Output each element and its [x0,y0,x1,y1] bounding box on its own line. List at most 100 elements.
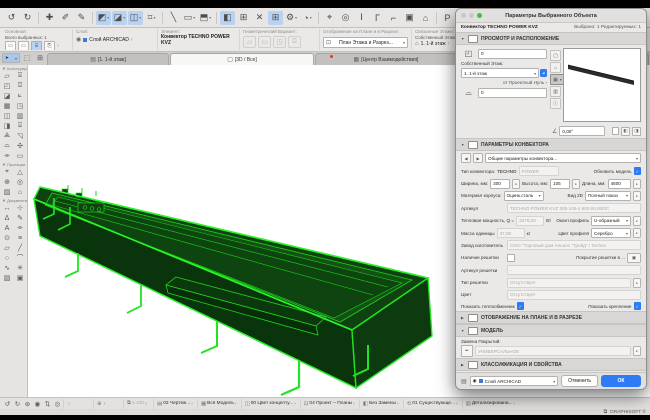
align-icon[interactable]: Ⅰ [354,11,369,25]
incline-icon[interactable]: ╲ [166,11,181,25]
show-mount-checkbox[interactable] [634,302,642,310]
tool-icon[interactable]: ⌂ [14,187,27,197]
width-field[interactable]: 300 [490,179,510,189]
tool-icon[interactable]: ⌼ [14,81,27,91]
section-chevron[interactable]: › [57,43,59,49]
home-story-icon[interactable]: ⌂ [418,11,433,25]
lock-icon[interactable]: ⬒▾ [198,11,213,25]
quick-pen[interactable]: › [63,399,92,409]
cancel-button[interactable]: Отменить [561,375,598,387]
close-icon[interactable]: ✕ [252,11,267,25]
pickup-parameters-icon[interactable]: ✐ [58,11,73,25]
tool-icon[interactable]: ⊕ [1,177,14,187]
autosave-clock-icon[interactable]: ◔▾ [300,11,315,25]
profile-color-stepper[interactable] [633,228,641,238]
marquee-icon[interactable]: ⬚ [21,53,33,64]
quick-structure-display[interactable]: ◧Без Замены› [359,399,402,409]
quick-layer-combination[interactable]: ⊡04 Проект – Планы› [300,399,358,409]
transform-icon[interactable]: ⌖ [322,11,337,25]
tool-icon[interactable]: Δ [1,213,14,223]
tool-icon[interactable]: △ [14,167,27,177]
width-stepper[interactable] [512,179,520,189]
tool-icon[interactable]: ▥ [14,111,27,121]
transfer-icon[interactable]: ⎘ [44,41,55,50]
tool-icon[interactable]: ▣ [14,273,27,283]
tool-icon[interactable]: A [1,223,14,233]
tool-icon[interactable]: ◳ [14,101,27,111]
grid-display-icon[interactable]: ⊞ [268,11,283,25]
tool-icon[interactable]: ▨ [1,187,14,197]
tool-icon[interactable]: ⌻ [14,71,27,81]
height-field[interactable]: 105 [550,179,570,189]
marquee-mode-icon[interactable]: ▭▾ [182,11,197,25]
tool-icon[interactable]: ⊙ [1,233,14,243]
top-elevation-field[interactable]: 0 [478,49,547,59]
quick-scale[interactable]: ⧉1:100› [123,399,152,409]
guide-lines-icon[interactable]: ◩▾ [96,11,111,25]
geometry-variant-icon[interactable]: ◳ [273,36,286,48]
coating-field[interactable]: УНИВЕРСАЛЬНОЕ [475,346,631,356]
mirror-checkbox[interactable] [612,127,620,135]
tab-story[interactable]: ▤ [1. 1-й этаж] [47,53,169,65]
grille-coating-button[interactable] [627,253,641,263]
coating-stepper[interactable] [633,346,641,356]
preview-info-icon[interactable]: ⓘ [550,98,561,109]
minimize-window-button[interactable] [469,13,474,18]
section-chevron[interactable]: › [448,41,450,47]
arrow-cursor-icon[interactable]: ➤ [2,53,20,63]
section-preview-position[interactable]: ▼ ПРОСМОТР И РАСПОЛОЖЕНИЕ [456,32,646,45]
rotation-angle-field[interactable]: 0,00° [559,126,605,136]
height-stepper[interactable] [572,179,580,189]
tool-icon[interactable]: ◰ [1,81,14,91]
settings-gear-icon[interactable]: ⚙▾ [284,11,299,25]
tool-icon[interactable]: ≡ [14,233,27,243]
paintbrush-icon[interactable]: ✒ [461,345,473,357]
pin-icon[interactable]: P [440,11,455,25]
tool-icon[interactable]: ∿ [1,263,14,273]
datum-link[interactable]: от Проектный Нуль › [461,80,547,85]
type-series-field[interactable]: POWER [519,166,559,176]
profile-color-select[interactable]: Серебро [591,228,631,238]
tool-icon[interactable]: ◹ [14,131,27,141]
bottom-elevation-field[interactable]: 0 [478,88,547,98]
preview-section-icon[interactable]: ▥ [550,86,561,97]
tool-icon[interactable]: ✳ [14,263,27,273]
schedule-icon[interactable]: ⊞ [236,11,251,25]
quick-graphic-override[interactable]: ◫00 Цвет концепту...› [241,399,299,409]
fit-window-icon[interactable]: ▣ [402,11,417,25]
update-model-checkbox[interactable] [634,167,642,175]
section-convector-parameters[interactable]: ▼ ПАРАМЕТРЫ КОНВЕКТОРА [456,138,646,151]
zoom-icon[interactable]: ◎ [338,11,353,25]
section-classification[interactable]: ▶ КЛАССИФИКАЦИЯ И СВОЙСТВА [456,358,646,371]
tab-overview-icon[interactable]: ⊞ [34,53,46,64]
quick-detail-level[interactable]: ▥Детализирована...› [462,399,519,409]
length-stepper[interactable] [633,179,641,189]
close-window-button[interactable] [461,13,466,18]
orbit-icon[interactable]: ↺ [3,400,12,408]
element-settings-icon[interactable]: ▭ [5,41,16,50]
next-page-button[interactable]: ▶ [473,153,483,163]
walk-icon[interactable]: ⇅ [43,400,52,408]
tool-icon[interactable]: ▦ [1,101,14,111]
quick-renovation-filter[interactable]: ⟲01 Существующе...› [403,399,461,409]
tool-icon[interactable]: ▱ [1,243,14,253]
tool-icon[interactable]: ↔ [1,203,14,213]
view2d-select[interactable]: Полный показ [585,191,631,201]
favorites-icon[interactable]: ✚ [42,11,57,25]
default-settings-icon[interactable]: ▭ [18,41,29,50]
tool-icon[interactable]: ⌯ [1,151,14,161]
home-story-select[interactable]: 1. 1-й этаж [461,68,539,78]
tool-icon[interactable]: ▭ [14,151,27,161]
window-stack-icon[interactable]: ⧉ [604,409,607,415]
ok-button[interactable]: ОК [601,375,641,387]
quick-origin[interactable]: ⊕› [93,399,122,409]
element-name[interactable]: Конвектор TECHNO POWER KVZ [161,35,236,46]
quick-pen-set[interactable]: ▤02 Чертеж...› [153,399,196,409]
tab-3d-all[interactable]: ▢ [3D / Все] [170,53,314,65]
quick-model-view[interactable]: ▦Вся Модель› [197,399,240,409]
section-plan-display[interactable]: ▶ ОТОБРАЖЕНИЕ НА ПЛАНЕ И В РАЗРЕЗЕ [456,311,646,324]
zoom-window-button[interactable] [477,13,482,18]
tool-icon[interactable]: ⌖ [1,167,14,177]
corner-icon[interactable]: Γ [370,11,385,25]
geometry-variant-icon[interactable]: ▱ [243,36,256,48]
